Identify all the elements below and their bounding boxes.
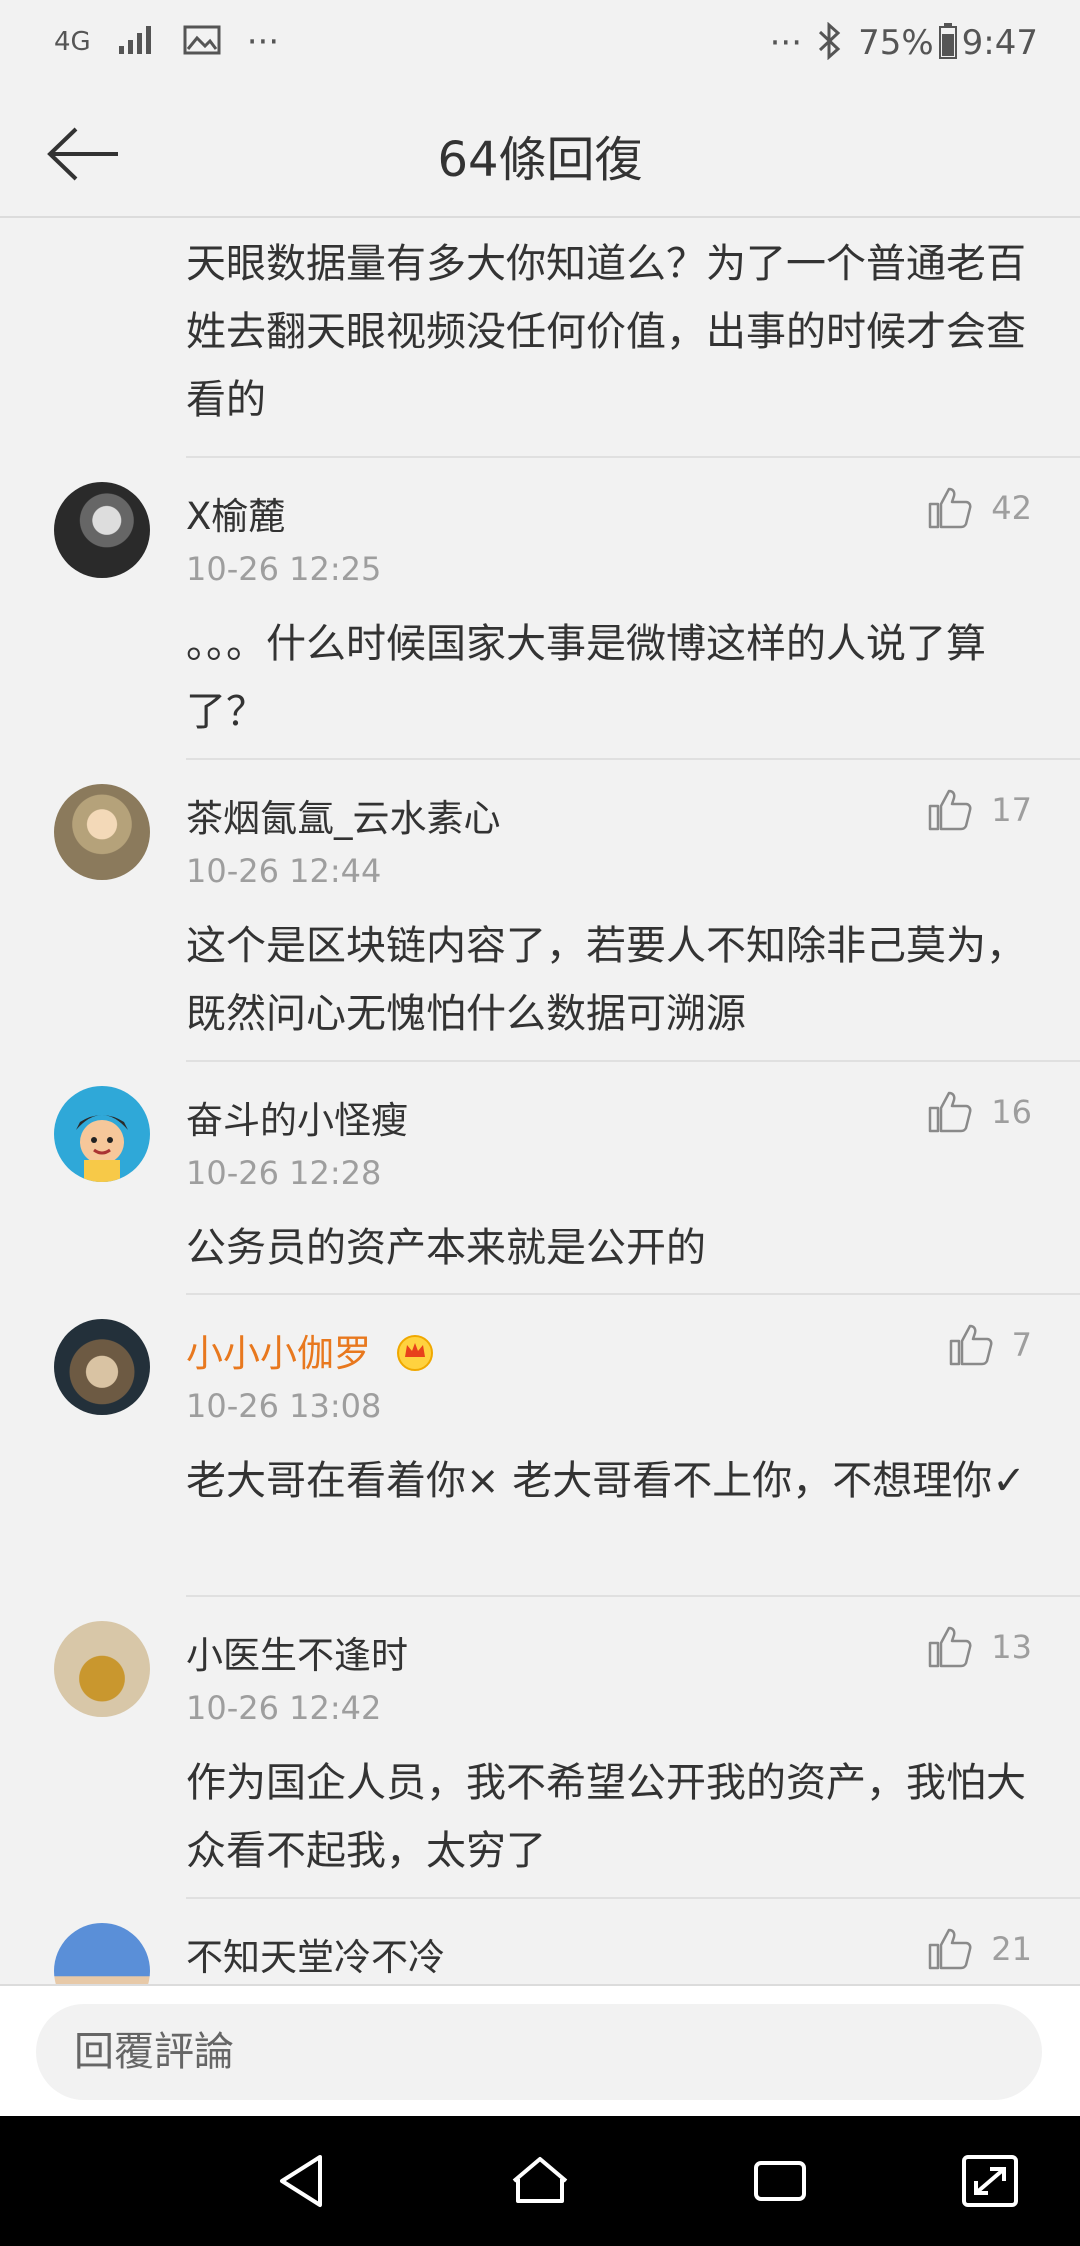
avatar[interactable] (54, 1319, 150, 1415)
comment-item[interactable]: 天眼数据量有多大你知道么？为了一个普通老百姓去翻天眼视频没任何价值，出事的时候才… (0, 218, 1080, 458)
signal-icon (117, 24, 157, 60)
battery-percent: 75% (858, 23, 934, 63)
comment-text: 。。。什么时候国家大事是微博这样的人说了算了？ (186, 621, 986, 735)
comment-time: 10-26 12:25 (186, 550, 382, 588)
reply-input[interactable]: 回覆評論 (36, 2004, 1042, 2100)
comment-time: 10-26 12:42 (186, 1689, 382, 1727)
like-count: 7 (1011, 1326, 1032, 1364)
nav-home-button[interactable] (508, 2151, 572, 2211)
system-navigation-bar (0, 2116, 1080, 2246)
thumbs-up-icon (929, 487, 972, 529)
like-button[interactable]: 13 (927, 1625, 1032, 1669)
comment-time: 10-26 12:28 (186, 1154, 382, 1192)
page-title: 64條回復 (437, 132, 643, 188)
comment-text: 公务员的资产本来就是公开的 (186, 1225, 706, 1271)
avatar[interactable] (54, 784, 150, 880)
username[interactable]: 奋斗的小怪瘦 (186, 1090, 408, 1144)
comment-text: 这个是区块链内容了，若要人不知除非己莫为，既然问心无愧怕什么数据可溯源 (186, 923, 1026, 1037)
comment-text: 天眼数据量有多大你知道么？为了一个普通老百姓去翻天眼视频没任何价值，出事的时候才… (186, 241, 1026, 423)
nav-expand-button[interactable] (958, 2151, 1022, 2211)
more-notifications-indicator: ··· (246, 22, 280, 62)
thumbs-up-icon (929, 789, 972, 831)
username[interactable]: 不知天堂冷不冷 (186, 1927, 445, 1981)
like-count: 13 (991, 1628, 1032, 1666)
username[interactable]: 小小小伽罗 (186, 1323, 437, 1380)
like-count: 16 (991, 1093, 1032, 1131)
avatar[interactable] (54, 482, 150, 578)
comment-item[interactable]: 奋斗的小怪瘦 10-26 12:28 16 公务员的资产本来就是公开的 (0, 1062, 1080, 1295)
more-status-indicator: ··· (769, 23, 803, 63)
comment-item[interactable]: 小医生不逢时 10-26 12:42 13 作为国企人员，我不希望公开我的资产，… (0, 1597, 1080, 1899)
like-count: 17 (991, 791, 1032, 829)
battery-icon (938, 22, 958, 64)
bluetooth-icon (816, 21, 844, 64)
like-count: 42 (991, 489, 1032, 527)
username[interactable]: X榆麓 (186, 486, 285, 540)
avatar[interactable] (54, 1621, 150, 1717)
comment-text: 老大哥在看着你× 老大哥看不上你，不想理你✓ (186, 1458, 1026, 1504)
reply-list[interactable]: 天眼数据量有多大你知道么？为了一个普通老百姓去翻天眼视频没任何价值，出事的时候才… (0, 218, 1080, 1984)
image-notification-icon (183, 24, 221, 60)
comment-item[interactable]: 茶烟氤氲_云水素心 10-26 12:44 17 这个是区块链内容了，若要人不知… (0, 760, 1080, 1062)
expand-arrows-icon (962, 2155, 1018, 2207)
like-button[interactable]: 17 (927, 788, 1032, 832)
like-button[interactable]: 21 (927, 1927, 1032, 1971)
thumbs-up-icon (949, 1324, 993, 1366)
nav-back-button[interactable] (272, 2151, 336, 2211)
nav-home-icon (512, 2157, 568, 2203)
vip-crown-icon (393, 1331, 437, 1380)
like-count: 21 (991, 1930, 1032, 1968)
like-button[interactable]: 16 (927, 1090, 1032, 1134)
status-bar: 4G ··· ··· 75% 9:47 (0, 0, 1080, 90)
nav-recents-icon (754, 2161, 806, 2201)
avatar[interactable] (54, 1086, 150, 1182)
username[interactable]: 茶烟氤氲_云水素心 (186, 788, 501, 842)
like-button[interactable]: 42 (927, 486, 1032, 530)
nav-recents-button[interactable] (748, 2151, 812, 2211)
username[interactable]: 小医生不逢时 (186, 1625, 408, 1679)
nav-back-icon (280, 2155, 322, 2207)
thumbs-up-icon (929, 1928, 972, 1970)
top-app-bar: 64條回復 (0, 90, 1080, 218)
comment-time: 10-26 12:44 (186, 852, 382, 890)
thumbs-up-icon (929, 1091, 972, 1133)
network-type-indicator: 4G (54, 27, 91, 57)
comment-time: 10-26 13:08 (186, 1387, 382, 1425)
avatar[interactable] (54, 1923, 150, 1984)
reply-bar: 回覆評論 (0, 1984, 1080, 2116)
comment-item[interactable]: 小小小伽罗 10-26 13:08 7 老大哥在看着你× 老大哥看不上你，不想理… (0, 1295, 1080, 1597)
thumbs-up-icon (929, 1626, 972, 1668)
comment-item[interactable]: X榆麓 10-26 12:25 42 。。。什么时候国家大事是微博这样的人说了算… (0, 458, 1080, 760)
comment-text: 作为国企人员，我不希望公开我的资产，我怕大众看不起我，太穷了 (186, 1760, 1026, 1874)
like-button[interactable]: 7 (948, 1323, 1032, 1367)
comment-item[interactable]: 不知天堂冷不冷 21 (0, 1899, 1080, 1984)
clock: 9:47 (961, 23, 1038, 63)
username-text: 小小小伽罗 (186, 1332, 371, 1375)
